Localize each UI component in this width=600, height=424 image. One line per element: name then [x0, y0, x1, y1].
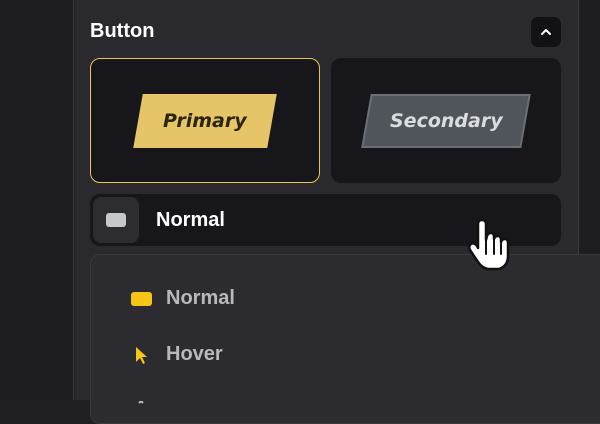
dropdown-option-normal[interactable]: Normal: [129, 287, 235, 310]
state-dropdown-menu: Normal Hover: [90, 254, 600, 424]
state-select-value: Normal: [156, 208, 225, 231]
section-title: Button: [90, 20, 155, 42]
arrow-cursor-icon: [129, 345, 153, 365]
partial-option-icon: [129, 396, 153, 416]
secondary-button-label: Secondary: [389, 109, 503, 132]
collapse-section-button[interactable]: [531, 17, 561, 47]
dropdown-option-hover[interactable]: Hover: [129, 343, 223, 366]
yellow-swatch-icon: [129, 289, 153, 309]
primary-button-label: Primary: [163, 109, 247, 132]
primary-button-preview[interactable]: Primary: [133, 93, 277, 148]
primary-variant-card[interactable]: Primary: [90, 58, 320, 183]
secondary-button-preview[interactable]: Secondary: [361, 93, 531, 148]
left-sidebar-strip: [0, 0, 74, 400]
chevron-up-icon: [541, 29, 551, 35]
gray-swatch-icon: [106, 213, 126, 227]
state-swatch-box: [93, 197, 139, 243]
dropdown-option-label: Normal: [166, 287, 235, 309]
dropdown-option-partial[interactable]: [129, 396, 153, 416]
hand-pointer-cursor-icon: [467, 218, 510, 271]
secondary-variant-card[interactable]: Secondary: [331, 58, 561, 183]
dropdown-option-label: Hover: [166, 343, 223, 365]
